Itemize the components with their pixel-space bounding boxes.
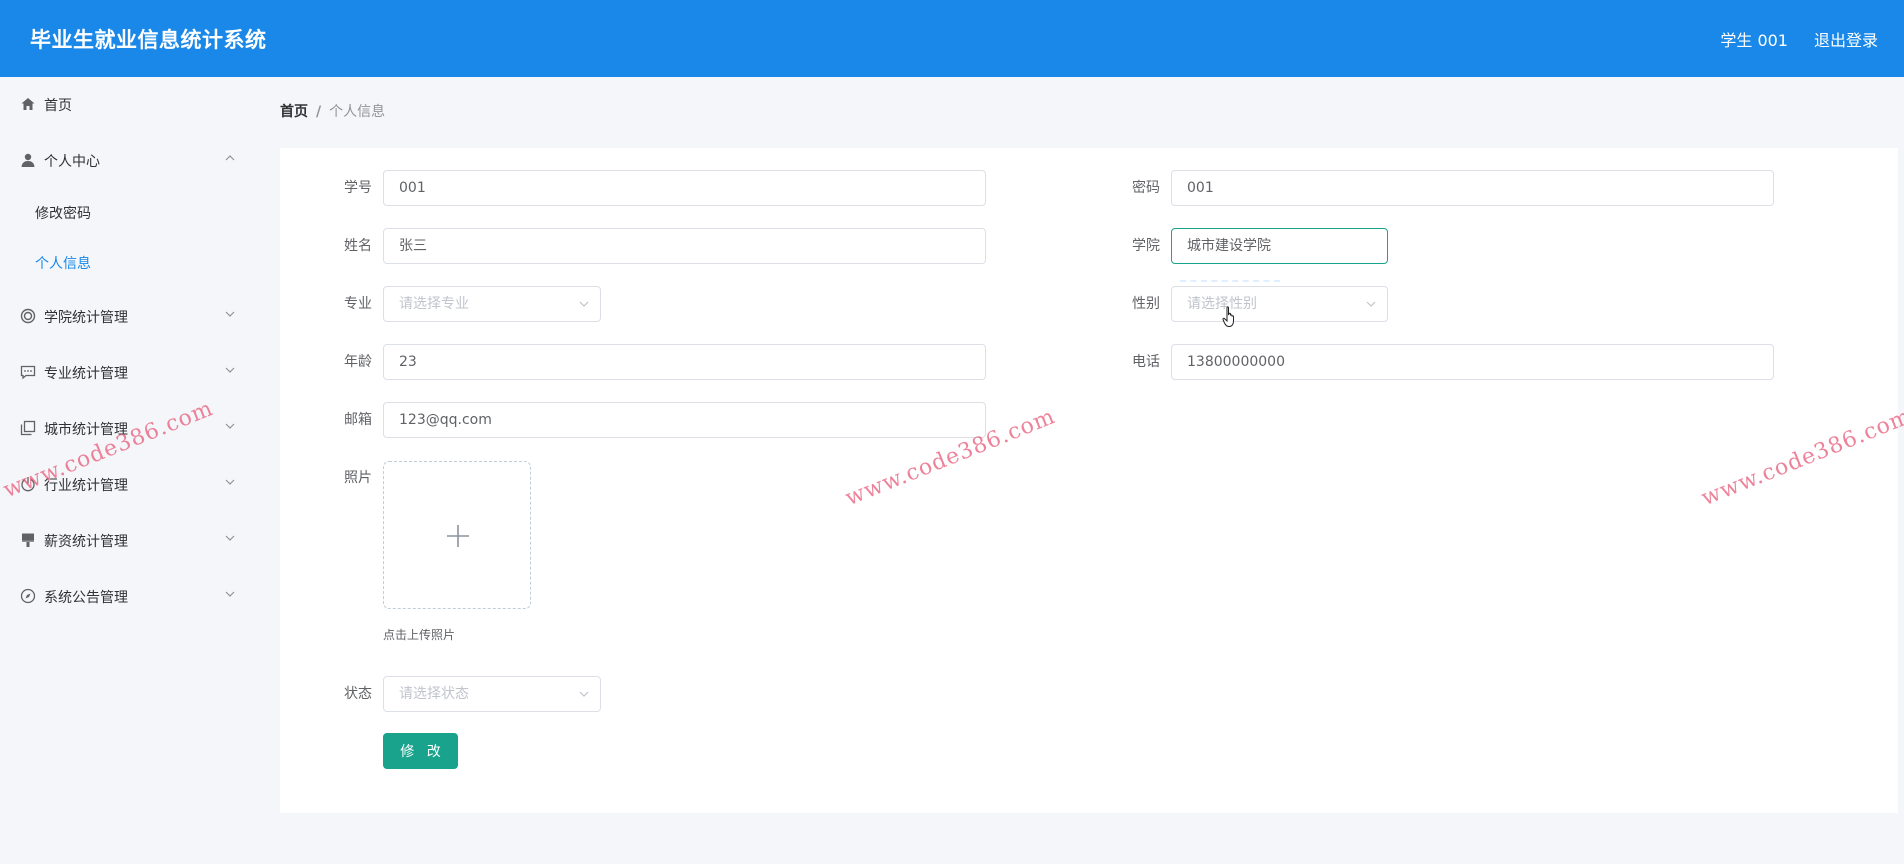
home-icon	[20, 96, 36, 112]
chevron-down-icon	[224, 308, 236, 320]
sidebar-item-label: 系统公告管理	[44, 590, 128, 606]
chevron-down-icon	[224, 532, 236, 544]
chevron-down-icon	[224, 364, 236, 376]
major-placeholder: 请选择专业	[399, 296, 469, 312]
app-title: 毕业生就业信息统计系统	[30, 28, 267, 52]
breadcrumb-separator: /	[316, 104, 322, 120]
photo-label: 照片	[344, 470, 372, 486]
user-icon	[20, 152, 36, 168]
sidebar-item-label: 个人中心	[44, 154, 100, 170]
submit-button[interactable]: 修 改	[383, 733, 458, 769]
circle-icon	[20, 308, 36, 324]
message-icon	[20, 364, 36, 380]
breadcrumb: 首页 / 个人信息	[280, 102, 385, 122]
status-placeholder: 请选择状态	[399, 686, 469, 702]
sidebar-item-salary-stats[interactable]: 薪资统计管理	[0, 522, 250, 562]
age-field[interactable]: 23	[383, 344, 986, 380]
compass-icon	[20, 588, 36, 604]
brush-icon	[20, 532, 36, 548]
current-user: 学生 001	[1720, 31, 1788, 50]
phone-label: 电话	[1132, 354, 1160, 370]
password-field[interactable]: 001	[1171, 170, 1774, 206]
sidebar-item-change-password[interactable]: 修改密码	[0, 194, 250, 234]
chevron-down-icon	[224, 476, 236, 488]
gender-select[interactable]: 请选择性别	[1171, 286, 1388, 322]
sidebar-item-label: 首页	[44, 98, 72, 114]
sidebar-item-label: 薪资统计管理	[44, 534, 128, 550]
major-label: 专业	[344, 296, 372, 312]
sidebar-item-label: 修改密码	[35, 206, 91, 222]
dropdown-transition	[1180, 280, 1280, 288]
sidebar-item-label: 个人信息	[35, 256, 91, 272]
sidebar-item-personal-info[interactable]: 个人信息	[0, 244, 250, 284]
college-label: 学院	[1132, 238, 1160, 254]
sidebar-item-personal-center[interactable]: 个人中心	[0, 142, 250, 182]
email-field[interactable]: 123@qq.com	[383, 402, 986, 438]
phone-field[interactable]: 13800000000	[1171, 344, 1774, 380]
gender-label: 性别	[1132, 296, 1160, 312]
chevron-down-icon	[224, 588, 236, 600]
student-id-field[interactable]: 001	[383, 170, 986, 206]
hand-cursor-icon	[1222, 306, 1234, 327]
status-label: 状态	[344, 686, 372, 702]
sidebar-item-major-stats[interactable]: 专业统计管理	[0, 354, 250, 394]
name-field[interactable]: 张三	[383, 228, 986, 264]
chevron-up-icon	[224, 152, 236, 164]
email-label: 邮箱	[344, 412, 372, 428]
chevron-down-icon	[578, 688, 590, 700]
student-id-label: 学号	[344, 180, 372, 196]
chevron-down-icon	[224, 420, 236, 432]
chevron-down-icon	[578, 298, 590, 310]
chevron-down-icon	[1365, 298, 1377, 310]
sidebar-item-label: 专业统计管理	[44, 366, 128, 382]
sidebar-item-home[interactable]: 首页	[0, 86, 250, 126]
plus-icon	[447, 525, 469, 547]
upload-hint: 点击上传照片	[383, 628, 456, 642]
password-label: 密码	[1132, 180, 1160, 196]
photo-uploader[interactable]	[383, 461, 531, 609]
sidebar-item-college-stats[interactable]: 学院统计管理	[0, 298, 250, 338]
name-label: 姓名	[344, 238, 372, 254]
breadcrumb-home[interactable]: 首页	[280, 104, 308, 120]
logout-link[interactable]: 退出登录	[1814, 27, 1878, 51]
college-field[interactable]: 城市建设学院	[1171, 228, 1388, 264]
copy-icon	[20, 420, 36, 436]
status-select[interactable]: 请选择状态	[383, 676, 601, 712]
sidebar-item-announcement[interactable]: 系统公告管理	[0, 578, 250, 618]
breadcrumb-current: 个人信息	[329, 104, 386, 120]
major-select[interactable]: 请选择专业	[383, 286, 601, 322]
age-label: 年龄	[344, 354, 372, 370]
top-header: 毕业生就业信息统计系统 学生 001 退出登录	[0, 0, 1904, 77]
sidebar-item-label: 学院统计管理	[44, 310, 128, 326]
